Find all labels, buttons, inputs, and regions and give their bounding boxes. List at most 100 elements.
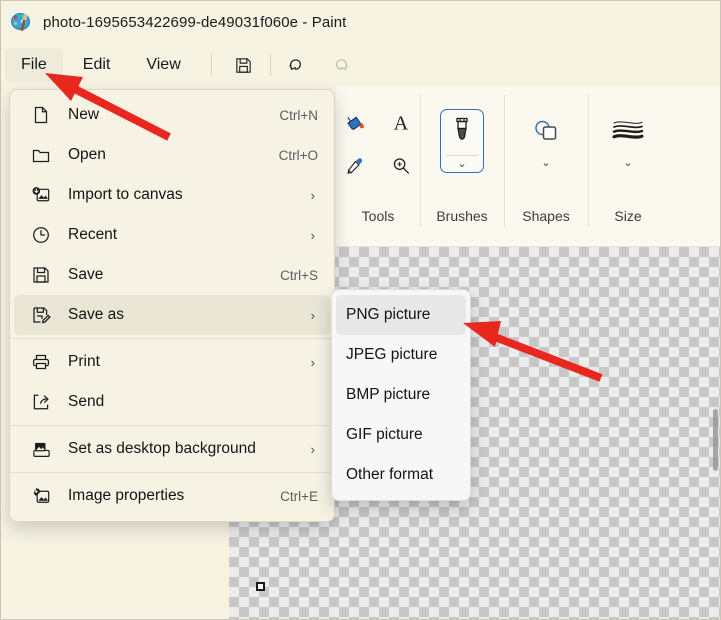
menu-item-save-accel: Ctrl+S: [280, 267, 318, 283]
menu-item-import-to-canvas-label: Import to canvas: [68, 186, 183, 203]
image-properties-icon: [28, 483, 54, 509]
menu-item-image-properties[interactable]: Image properties Ctrl+E: [14, 476, 330, 516]
submenu-item-bmp-picture[interactable]: BMP picture: [336, 375, 466, 415]
paint-palette-icon: [11, 11, 33, 33]
chevron-down-icon[interactable]: ⌄: [623, 158, 632, 169]
submenu-item-png-picture-label: PNG picture: [346, 306, 431, 323]
menu-item-send-label: Send: [68, 393, 105, 410]
ribbon-group-shapes-label: Shapes: [522, 208, 570, 224]
color-picker-icon: [343, 154, 367, 183]
menu-tab-file[interactable]: File: [5, 48, 63, 82]
menu-item-open[interactable]: Open Ctrl+O: [14, 135, 330, 175]
menu-separator: [10, 425, 334, 426]
chevron-right-icon: ›: [310, 354, 315, 370]
size-button[interactable]: ⌄: [600, 109, 656, 173]
chevron-right-icon: ›: [310, 187, 315, 203]
desktop-background-icon: [28, 436, 54, 462]
menu-tab-edit[interactable]: Edit: [67, 48, 127, 82]
chevron-right-icon: ›: [310, 227, 315, 243]
clock-icon: [28, 222, 54, 248]
menu-item-recent[interactable]: Recent ›: [14, 215, 330, 255]
new-file-icon: [28, 102, 54, 128]
submenu-item-jpeg-picture[interactable]: JPEG picture: [336, 335, 466, 375]
submenu-item-png-picture[interactable]: PNG picture: [336, 295, 466, 335]
toolbar-divider: [210, 54, 212, 76]
brushes-button[interactable]: ⌄: [440, 109, 484, 173]
chevron-right-icon: ›: [310, 307, 315, 323]
menu-item-open-accel: Ctrl+O: [278, 147, 318, 163]
menu-item-open-label: Open: [68, 146, 106, 163]
menu-item-recent-label: Recent: [68, 226, 118, 243]
menu-separator: [10, 472, 334, 473]
undo-icon: [286, 55, 307, 76]
chevron-down-icon[interactable]: ⌄: [541, 158, 550, 169]
menu-item-set-as-desktop-background-label: Set as desktop background: [68, 440, 256, 457]
menu-item-save[interactable]: Save Ctrl+S: [14, 255, 330, 295]
menu-tab-view[interactable]: View: [130, 48, 196, 82]
tool-color-picker-button[interactable]: [338, 149, 372, 187]
menu-item-set-as-desktop-background[interactable]: Set as desktop background ›: [14, 429, 330, 469]
submenu-item-other-format-label: Other format: [346, 466, 433, 483]
menu-tab-edit-label: Edit: [82, 56, 111, 73]
ribbon-group-brushes-label: Brushes: [436, 208, 488, 224]
redo-button[interactable]: [322, 49, 360, 81]
vertical-scrollbar[interactable]: [713, 409, 718, 471]
ribbon-toolbar: A Tools ⌄ Brushes ⌄ Shapes ⌄ Size: [336, 87, 720, 247]
redo-icon: [330, 55, 351, 76]
brush-icon: [449, 116, 475, 151]
size-lines-icon: [611, 117, 645, 148]
save-as-icon: [28, 302, 54, 328]
tool-fill-button[interactable]: [338, 105, 372, 143]
menu-item-new[interactable]: New Ctrl+N: [14, 95, 330, 135]
menu-item-save-as-label: Save as: [68, 306, 125, 323]
submenu-item-jpeg-picture-label: JPEG picture: [346, 346, 438, 363]
save-icon: [28, 262, 54, 288]
menu-item-send[interactable]: Send: [14, 382, 330, 422]
submenu-item-other-format[interactable]: Other format: [336, 455, 466, 495]
shapes-icon: [529, 117, 563, 150]
save-icon: [234, 56, 253, 75]
ribbon-group-shapes: ⌄ Shapes: [504, 87, 588, 246]
save-as-submenu: PNG picture JPEG picture BMP picture GIF…: [331, 289, 471, 501]
menu-bar: File Edit View: [1, 43, 720, 87]
menu-item-save-label: Save: [68, 266, 104, 283]
tool-text-button[interactable]: A: [384, 105, 418, 143]
undo-button[interactable]: [278, 49, 316, 81]
paint-window: photo-1695653422699-de49031f060e - Paint…: [0, 0, 721, 620]
ribbon-group-tools: A Tools: [336, 87, 420, 246]
text-icon: A: [389, 110, 413, 139]
menu-item-image-properties-accel: Ctrl+E: [280, 488, 318, 504]
import-image-icon: [28, 182, 54, 208]
magnifier-icon: [389, 154, 413, 183]
printer-icon: [28, 349, 54, 375]
chevron-down-icon[interactable]: ⌄: [457, 159, 466, 170]
resize-handle[interactable]: [256, 582, 265, 591]
folder-icon: [28, 142, 54, 168]
fill-bucket-icon: [343, 110, 367, 139]
chevron-right-icon: ›: [310, 441, 315, 457]
submenu-item-gif-picture[interactable]: GIF picture: [336, 415, 466, 455]
file-menu: New Ctrl+N Open Ctrl+O Import to canvas …: [9, 89, 335, 522]
menu-item-save-as[interactable]: Save as ›: [14, 295, 330, 335]
send-share-icon: [28, 389, 54, 415]
menu-item-new-label: New: [68, 106, 100, 123]
window-title: photo-1695653422699-de49031f060e - Paint: [43, 13, 347, 31]
menu-tab-file-label: File: [21, 56, 47, 73]
ribbon-group-size: ⌄ Size: [588, 87, 668, 246]
submenu-item-bmp-picture-label: BMP picture: [346, 386, 431, 403]
title-bar: photo-1695653422699-de49031f060e - Paint: [1, 1, 720, 43]
menu-item-print-label: Print: [68, 353, 100, 370]
ribbon-group-size-label: Size: [614, 208, 642, 224]
menu-tab-view-label: View: [146, 56, 181, 73]
ribbon-group-tools-label: Tools: [361, 208, 395, 224]
tool-magnifier-button[interactable]: [384, 149, 418, 187]
menu-separator: [10, 338, 334, 339]
toolbar-divider-2: [269, 54, 271, 76]
menu-item-import-to-canvas[interactable]: Import to canvas ›: [14, 175, 330, 215]
svg-text:A: A: [394, 112, 409, 134]
shapes-button[interactable]: ⌄: [518, 109, 574, 173]
menu-item-print[interactable]: Print ›: [14, 342, 330, 382]
save-button[interactable]: [225, 49, 263, 81]
menu-item-new-accel: Ctrl+N: [279, 107, 318, 123]
submenu-item-gif-picture-label: GIF picture: [346, 426, 423, 443]
